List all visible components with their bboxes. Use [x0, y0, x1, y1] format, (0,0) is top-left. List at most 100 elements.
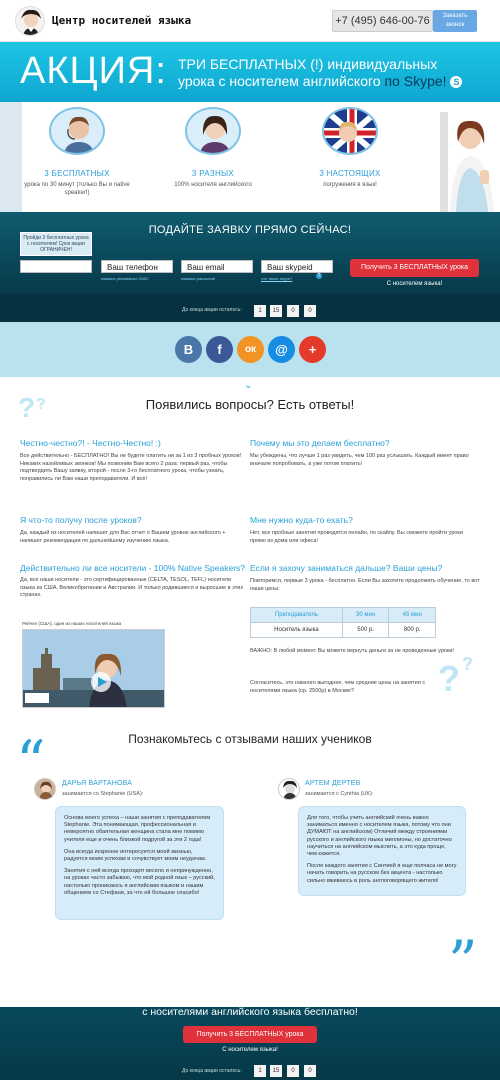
promo-line-1: ТРИ БЕСПЛАТНЫХ (!) индивидуальных	[178, 56, 438, 72]
bottom-title: Не упустите свой шанс попробовать обучен…	[80, 993, 420, 1019]
feature-different-teachers: 3 РАЗНЫХ 100% носителя английского	[158, 107, 268, 189]
reviewer-name: ДАРЬЯ ВАРТАНОВА	[62, 780, 133, 787]
faq-item: Почему мы это делаем бесплатно? Мы убежд…	[250, 438, 480, 468]
skype-help-link[interactable]: что такое skype?	[261, 276, 292, 281]
question-icon[interactable]: ?	[316, 273, 322, 279]
submit-subtext: С носителем языка!	[386, 281, 443, 287]
review-paragraph: После каждого занятия с Синтией я еще по…	[307, 863, 457, 884]
facebook-icon[interactable]: f	[206, 336, 233, 363]
bottom-countdown-hours: 15	[270, 1065, 282, 1077]
feature-title: 3 РАЗНЫХ	[191, 169, 235, 178]
name-input[interactable]	[20, 260, 92, 273]
features-side-strip	[0, 102, 22, 212]
thumbs-up-girl-image	[440, 112, 500, 212]
review-card: Основа моего успеха – наши занятия с пре…	[55, 806, 224, 920]
price-cell: 800 р.	[388, 622, 436, 638]
skype-icon: S	[450, 76, 463, 89]
avatar	[278, 778, 300, 800]
faq-answer: Нет, все пробные занятия проводятся онла…	[250, 530, 463, 544]
faq-item: Я что-то получу после уроков? Да, каждый…	[20, 515, 245, 545]
faq-item: Мне нужно куда-то ехать? Нет, все пробны…	[250, 515, 480, 545]
refund-note: ВАЖНО: В любой момент Вы можете вернуть …	[250, 648, 454, 654]
faq-item: Честно-честно?! - Честно-Честно! :) Все …	[20, 438, 245, 483]
phone-input[interactable]: Ваш телефон	[101, 260, 173, 273]
price-comparison-note: Согласитесь, это намного выгоднее, чем с…	[250, 680, 426, 694]
uk-flag-student-icon	[322, 107, 378, 155]
promo-title: АКЦИЯ:	[20, 50, 167, 92]
price-cell: 500 р.	[341, 622, 390, 638]
teacher-headset-icon	[49, 107, 105, 155]
reviewer-name: АРТЕМ ДЕРТЕВ	[305, 780, 361, 787]
logo-avatar[interactable]	[15, 6, 45, 36]
question-mark-decor-icon: ?	[462, 654, 473, 674]
faq-question: Мне нужно куда-то ехать?	[250, 515, 353, 525]
form-title: ПОДАЙТЕ ЗАЯВКУ ПРЯМО СЕЙЧАС!	[148, 224, 352, 236]
skype-input[interactable]: Ваш skypeid	[261, 260, 333, 273]
faq-answer: Все действительно - БЕСПЛАТНО! Вы не буд…	[20, 453, 242, 482]
teacher-video[interactable]	[22, 629, 165, 708]
review-paragraph: Она всегда искренне интересуется моей жи…	[64, 848, 207, 863]
email-input[interactable]: Ваш email	[181, 260, 253, 273]
countdown-hours: 15	[270, 305, 282, 317]
review-paragraph: Основа моего успеха – наши занятия с пре…	[64, 815, 211, 843]
price-table: Преподаватель 30 мин 45 мин Носитель язы…	[250, 607, 436, 638]
promo-text: ТРИ БЕСПЛАТНЫХ (!) индивидуальных урока …	[178, 56, 478, 90]
promo-line-3: по Skype!	[384, 73, 447, 89]
price-header: 45 мин	[388, 607, 436, 623]
brand-name[interactable]: Центр носителей языка	[52, 14, 191, 27]
chevron-down-icon[interactable]: ⌄	[244, 380, 252, 391]
faq-question: Я что-то получу после уроков?	[20, 515, 142, 525]
form-callout: Пройди 3 бесплатных урока с носителем! С…	[20, 232, 92, 256]
avatar	[34, 778, 56, 800]
faq-title: Появились вопросы? Есть ответы!	[145, 397, 355, 412]
price-cell: Носитель языка	[250, 622, 343, 638]
promo-line-2: урока с носителем английского	[178, 73, 381, 89]
get-free-lessons-button[interactable]: Получить 3 БЕСПЛАТНЫХ урока	[350, 259, 479, 277]
faq-answer: Да, каждый из носителей напишет для Вас …	[20, 530, 226, 544]
countdown-strip	[0, 294, 500, 322]
faq-answer: Мы убеждены, что лучше 1 раз увидеть, че…	[250, 453, 469, 467]
bottom-countdown-days: 1	[254, 1065, 266, 1077]
faq-question: Если я захочу заниматься дальше? Ваши це…	[250, 563, 443, 573]
email-hint: никаких рассылок!	[181, 276, 216, 281]
vk-icon[interactable]: В	[175, 336, 202, 363]
question-mark-decor-icon: ?	[438, 658, 460, 699]
review-card: Для того, чтобы учить английский очень в…	[298, 806, 466, 896]
question-mark-decor-icon: ?	[36, 396, 46, 413]
faq-item: Если я захочу заниматься дальше? Ваши це…	[250, 563, 480, 593]
feature-free-lessons: 3 БЕСПЛАТНЫХ урока по 30 минут (только В…	[22, 107, 132, 197]
reviews-title: Познакомьтесь с отзывами наших учеников	[128, 732, 372, 746]
countdown-label: До конца акции осталось:	[182, 307, 242, 313]
more-plus-icon[interactable]: +	[299, 336, 326, 363]
countdown-seconds: 0	[304, 305, 316, 317]
teacher-woman-icon	[185, 107, 241, 155]
price-header: 30 мин	[341, 607, 390, 623]
feature-title: 3 НАСТОЯЩИХ	[319, 169, 381, 178]
question-mark-decor-icon: ?	[18, 392, 36, 423]
feature-title: 3 БЕСПЛАТНЫХ	[44, 169, 110, 178]
odnoklassniki-icon[interactable]: ок	[237, 336, 264, 363]
bottom-submit-subtext: С носителем языка!	[222, 1047, 278, 1053]
feature-desc: 100% носителя английского	[174, 182, 252, 188]
close-quote-icon: ”	[448, 928, 478, 996]
faq-answer: Повторимся, первые 3 урока - бесплатно. …	[250, 578, 480, 592]
bottom-countdown-label: До конца акции осталось:	[182, 1068, 242, 1074]
faq-question: Почему мы это делаем бесплатно?	[250, 438, 390, 448]
phone-number[interactable]: +7 (495) 646-00-76	[332, 10, 433, 32]
feature-desc: урока по 30 минут (только Вы и native sp…	[24, 182, 130, 196]
feature-immersion: 3 НАСТОЯЩИХ погружения в язык!	[295, 107, 405, 189]
bottom-get-free-lessons-button[interactable]: Получить 3 БЕСПЛАТНЫХ урока	[183, 1026, 317, 1043]
faq-answer: Да, все наши носители - это сертифициров…	[20, 577, 244, 599]
faq-question: Честно-честно?! - Честно-Честно! :)	[20, 438, 161, 448]
review-paragraph: Для того, чтобы учить английский очень в…	[307, 815, 452, 858]
mail-icon[interactable]: @	[268, 336, 295, 363]
open-quote-icon: “	[16, 728, 46, 796]
video-caption: Рейчел (США), один из наших носителей яз…	[22, 621, 122, 626]
feature-desc: погружения в язык!	[323, 182, 377, 188]
faq-item: Действительно ли все носители - 100% Nat…	[20, 563, 245, 600]
countdown-minutes: 0	[287, 305, 299, 317]
reviewer-teacher: занимается с Cynthia (UK):	[305, 791, 374, 797]
bottom-title-line-2: с носителями английского языка бесплатно…	[142, 1006, 358, 1018]
order-call-button[interactable]: Заказать звонок	[433, 10, 477, 32]
phone-hint: никаких рекламных СМС!	[101, 276, 149, 281]
